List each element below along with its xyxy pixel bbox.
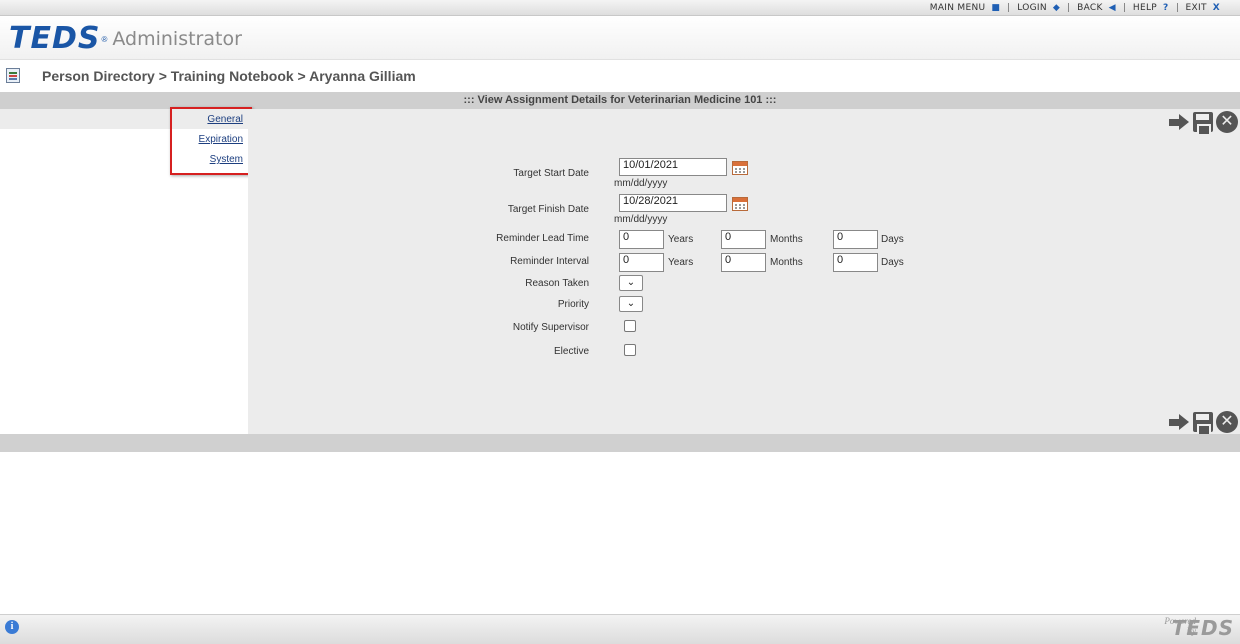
logo-mark: TEDS (9, 21, 101, 56)
footer: i Powered By TEDS (0, 614, 1240, 644)
calendar-icon[interactable] (732, 161, 748, 175)
breadcrumb-bar: Person Directory > Training Notebook > A… (0, 60, 1240, 92)
notify-supervisor-label: Notify Supervisor (512, 322, 589, 333)
diamond-icon: ◆ (1052, 2, 1061, 13)
nav-general-link[interactable]: General (207, 114, 243, 125)
lead-time-months-input[interactable]: 0 (721, 230, 766, 249)
interval-months-input[interactable]: 0 (721, 253, 766, 272)
x-icon: X (1212, 2, 1220, 13)
notebook-icon (6, 68, 20, 83)
months-unit: Months (770, 234, 803, 245)
login-link[interactable]: LOGIN ◆ (1009, 3, 1068, 13)
target-finish-date-label: Target Finish Date (507, 204, 589, 215)
reminder-lead-time-label: Reminder Lead Time (496, 233, 589, 244)
square-icon: ■ (991, 2, 1001, 13)
app-name: Administrator (112, 28, 242, 50)
elective-label: Elective (553, 346, 589, 357)
save-icon[interactable] (1193, 112, 1213, 134)
top-navigation: MAIN MENU ■ LOGIN ◆ BACK ◀ HELP? EXIT X (0, 0, 1240, 16)
main-menu-link[interactable]: MAIN MENU ■ (922, 3, 1008, 13)
date-format-hint: mm/dd/yyyy (614, 214, 668, 225)
teds-logo: TEDS ® Administrator (9, 24, 242, 54)
teds-footer-logo: TEDS (1171, 616, 1234, 640)
elective-checkbox[interactable] (624, 344, 636, 356)
nav-system-link[interactable]: System (210, 154, 243, 165)
interval-days-input[interactable]: 0 (833, 253, 878, 272)
arrow-right-icon[interactable] (1168, 412, 1190, 432)
save-icon[interactable] (1193, 412, 1213, 434)
calendar-icon[interactable] (732, 197, 748, 211)
chevron-down-icon: ⌄ (626, 298, 636, 309)
reminder-interval-label: Reminder Interval (510, 256, 589, 267)
lead-time-days-input[interactable]: 0 (833, 230, 878, 249)
date-format-hint: mm/dd/yyyy (614, 178, 668, 189)
priority-label: Priority (557, 299, 589, 310)
arrow-right-icon[interactable] (1168, 112, 1190, 132)
notify-supervisor-checkbox[interactable] (624, 320, 636, 332)
target-start-date-label: Target Start Date (513, 168, 589, 179)
chevron-down-icon: ⌄ (626, 277, 636, 288)
target-finish-date-input[interactable]: 10/28/2021 (619, 194, 727, 212)
months-unit: Months (770, 257, 803, 268)
breadcrumb: Person Directory > Training Notebook > A… (42, 68, 416, 84)
triangle-left-icon: ◀ (1108, 2, 1116, 13)
years-unit: Years (668, 257, 694, 268)
reason-taken-select[interactable]: ⌄ (619, 275, 643, 291)
help-link[interactable]: HELP? (1125, 3, 1177, 13)
action-toolbar-bottom: ✕ (1168, 411, 1238, 434)
days-unit: Days (881, 234, 904, 245)
app-header: TEDS ® Administrator (0, 16, 1240, 60)
nav-expiration-link[interactable]: Expiration (199, 134, 243, 145)
interval-years-input[interactable]: 0 (619, 253, 664, 272)
section-nav: General Expiration System (0, 107, 252, 434)
question-icon: ? (1163, 2, 1169, 13)
assignment-form: ✕ Target Start Date 10/01/2021 mm/dd/yyy… (248, 109, 1240, 434)
days-unit: Days (881, 257, 904, 268)
priority-select[interactable]: ⌄ (619, 296, 643, 312)
years-unit: Years (668, 234, 694, 245)
exit-link[interactable]: EXIT X (1178, 3, 1228, 13)
lead-time-years-input[interactable]: 0 (619, 230, 664, 249)
content-bottom-bar (0, 434, 1240, 452)
close-icon[interactable]: ✕ (1216, 111, 1238, 133)
close-icon[interactable]: ✕ (1216, 411, 1238, 433)
reason-taken-label: Reason Taken (525, 278, 589, 289)
target-start-date-input[interactable]: 10/01/2021 (619, 158, 727, 176)
back-link[interactable]: BACK ◀ (1069, 3, 1124, 13)
info-icon[interactable]: i (5, 620, 19, 634)
logo-trademark: ® (101, 34, 108, 44)
action-toolbar-top: ✕ (1168, 111, 1238, 134)
